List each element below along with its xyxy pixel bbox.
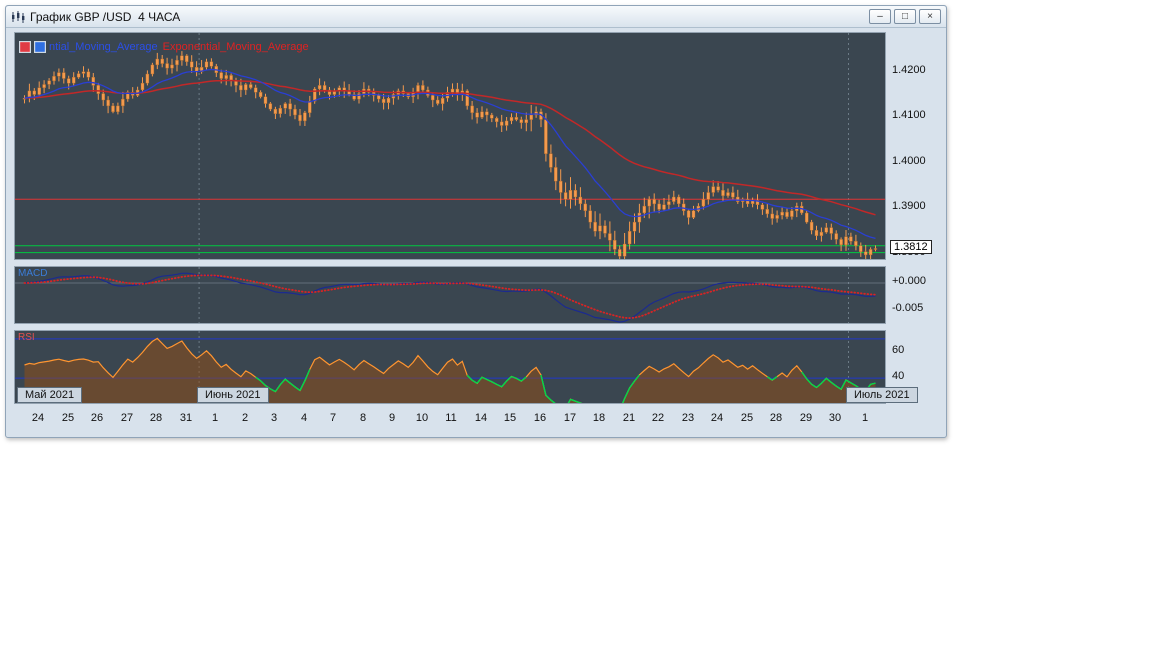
day-label: 31 bbox=[179, 412, 193, 424]
macd-signal-line bbox=[23, 274, 877, 320]
day-label: 27 bbox=[120, 412, 134, 424]
blue-indicator-chip[interactable] bbox=[34, 41, 46, 53]
minimize-button[interactable]: – bbox=[869, 9, 891, 24]
chart-area: ntial_Moving_Average Exponential_Moving_… bbox=[14, 32, 918, 406]
rsi-fill bbox=[24, 338, 876, 403]
ema-fast-label: ntial_Moving_Average bbox=[49, 41, 158, 53]
rsi-tick: 60 bbox=[892, 344, 905, 356]
price-tick: 1.4000 bbox=[892, 155, 926, 167]
rsi-pane[interactable]: RSI bbox=[14, 330, 886, 404]
time-axis: 24 25 26 27 28 31 1 2 3 4 7 8 9 10 11 14 15 16 17 18 21 22 23 2… bbox=[14, 410, 886, 430]
ema-slow-label: Exponential_Moving_Average bbox=[162, 41, 309, 53]
rsi-label: RSI bbox=[18, 332, 35, 343]
current-price-marker: 1.3812 bbox=[890, 240, 932, 254]
day-label: 25 bbox=[740, 412, 754, 424]
rsi-svg bbox=[15, 331, 885, 403]
price-chart-svg bbox=[15, 33, 885, 259]
day-label: 1 bbox=[861, 412, 869, 424]
day-label: 3 bbox=[270, 412, 278, 424]
day-label: 28 bbox=[769, 412, 783, 424]
day-label: 28 bbox=[149, 412, 163, 424]
day-label: 21 bbox=[622, 412, 636, 424]
month-box: Июль 2021 bbox=[846, 387, 918, 403]
chart-icon bbox=[11, 10, 25, 23]
window-title: График GBP /USD 4 ЧАСА bbox=[30, 9, 181, 24]
macd-tick: -0.005 bbox=[892, 302, 924, 314]
month-box: Май 2021 bbox=[17, 387, 83, 403]
day-label: 9 bbox=[388, 412, 396, 424]
price-axis: 1.42001.41001.40001.39001.3800+0.000-0.0… bbox=[890, 6, 944, 437]
day-label: 15 bbox=[503, 412, 517, 424]
day-label: 25 bbox=[61, 412, 75, 424]
day-label: 29 bbox=[799, 412, 813, 424]
day-label: 30 bbox=[828, 412, 842, 424]
price-tick: 1.3900 bbox=[892, 200, 926, 212]
red-indicator-chip[interactable] bbox=[19, 41, 31, 53]
day-label: 11 bbox=[445, 412, 457, 424]
day-label: 10 bbox=[415, 412, 429, 424]
day-label: 4 bbox=[300, 412, 308, 424]
indicator-legend: ntial_Moving_Average Exponential_Moving_… bbox=[19, 41, 309, 53]
day-label: 2 bbox=[241, 412, 249, 424]
day-label: 1 bbox=[211, 412, 219, 424]
day-label: 14 bbox=[474, 412, 488, 424]
day-label: 23 bbox=[681, 412, 695, 424]
day-label: 24 bbox=[31, 412, 45, 424]
window-titlebar[interactable]: График GBP /USD 4 ЧАСА – □ × bbox=[6, 6, 946, 28]
day-label: 26 bbox=[90, 412, 104, 424]
desktop-background: График GBP /USD 4 ЧАСА – □ × ntial_Movin… bbox=[0, 0, 1152, 648]
day-label: 7 bbox=[329, 412, 337, 424]
macd-line bbox=[24, 272, 876, 323]
day-label: 22 bbox=[651, 412, 665, 424]
macd-label: MACD bbox=[18, 268, 48, 279]
day-label: 17 bbox=[563, 412, 577, 424]
day-label: 16 bbox=[533, 412, 547, 424]
rsi-tick: 40 bbox=[892, 370, 905, 382]
candlesticks bbox=[22, 51, 878, 259]
day-label: 18 bbox=[592, 412, 606, 424]
price-tick: 1.4100 bbox=[892, 109, 926, 121]
price-pane[interactable]: ntial_Moving_Average Exponential_Moving_… bbox=[14, 32, 886, 260]
macd-svg bbox=[15, 267, 885, 323]
month-box: Июнь 2021 bbox=[197, 387, 269, 403]
macd-pane[interactable]: MACD bbox=[14, 266, 886, 324]
macd-tick: +0.000 bbox=[892, 275, 926, 287]
price-tick: 1.4200 bbox=[892, 64, 926, 76]
day-label: 24 bbox=[710, 412, 724, 424]
day-label: 8 bbox=[359, 412, 367, 424]
ema-fast-line bbox=[24, 68, 876, 240]
chart-window: График GBP /USD 4 ЧАСА – □ × ntial_Movin… bbox=[5, 5, 947, 438]
